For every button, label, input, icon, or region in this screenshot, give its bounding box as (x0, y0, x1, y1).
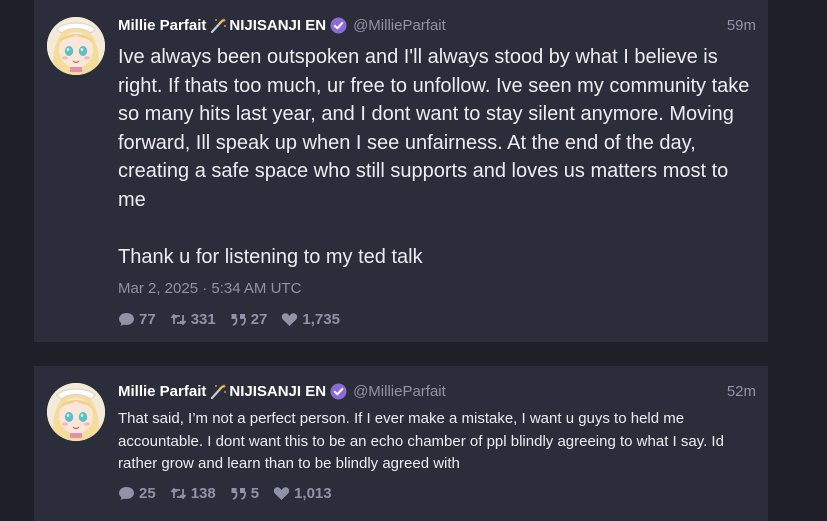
like-stat[interactable]: 1,735 (281, 311, 340, 328)
avatar-image (47, 17, 105, 75)
display-name[interactable]: Millie Parfait (118, 383, 206, 400)
tweet-card[interactable]: Millie Parfait NIJISANJI EN @MillieParfa… (34, 0, 768, 342)
like-count: 1,735 (302, 311, 340, 328)
user-handle[interactable]: @MillieParfait (353, 383, 446, 400)
retweet-stat[interactable]: 331 (170, 311, 216, 328)
reply-count: 25 (139, 485, 156, 502)
tweet-header: Millie Parfait NIJISANJI EN @MillieParfa… (118, 381, 756, 401)
quote-icon (231, 488, 246, 500)
tweet-stats: 25 138 5 1,013 (118, 485, 346, 502)
magic-wand-icon (210, 383, 227, 400)
tweet-text: Ive always been outspoken and I'll alway… (118, 46, 750, 269)
quote-stat[interactable]: 27 (230, 311, 268, 328)
reply-stat[interactable]: 77 (118, 311, 156, 328)
retweet-count: 331 (190, 311, 216, 328)
tweet-timestamp[interactable]: 52m (727, 383, 756, 400)
avatar-image (47, 383, 105, 441)
quote-icon (231, 314, 246, 326)
heart-icon (273, 487, 290, 500)
quote-stat[interactable]: 5 (230, 485, 259, 502)
magic-wand-icon (210, 17, 227, 34)
comment-icon (119, 313, 134, 326)
quote-count: 5 (250, 485, 260, 502)
avatar[interactable] (47, 17, 105, 75)
affiliation-label: NIJISANJI EN (229, 16, 327, 34)
retweet-count: 138 (190, 485, 216, 502)
avatar[interactable] (47, 383, 105, 441)
quote-count: 27 (250, 311, 268, 328)
user-handle[interactable]: @MillieParfait (353, 17, 446, 34)
retweet-icon (170, 487, 186, 500)
display-name[interactable]: Millie Parfait (118, 17, 206, 34)
retweet-icon (170, 313, 186, 326)
tweet-date[interactable]: Mar 2, 2025 · 5:34 AM UTC (118, 280, 301, 297)
verified-badge-icon (330, 383, 347, 400)
reply-stat[interactable]: 25 (118, 485, 156, 502)
comment-icon (119, 487, 134, 500)
like-stat[interactable]: 1,013 (273, 485, 332, 502)
tweet-timestamp[interactable]: 59m (727, 17, 756, 34)
like-count: 1,013 (294, 485, 332, 502)
tweet-stats: 77 331 27 1,735 (118, 311, 354, 328)
heart-icon (282, 313, 298, 326)
tweet-card[interactable]: Millie Parfait NIJISANJI EN @MillieParfa… (34, 366, 768, 521)
tweet-header: Millie Parfait NIJISANJI EN @MillieParfa… (118, 15, 756, 35)
reply-count: 77 (139, 311, 156, 328)
retweet-stat[interactable]: 138 (170, 485, 216, 502)
affiliation-label: NIJISANJI EN (229, 382, 327, 400)
tweet-text: That said, I’m not a perfect person. If … (118, 410, 724, 472)
verified-badge-icon (330, 17, 347, 34)
